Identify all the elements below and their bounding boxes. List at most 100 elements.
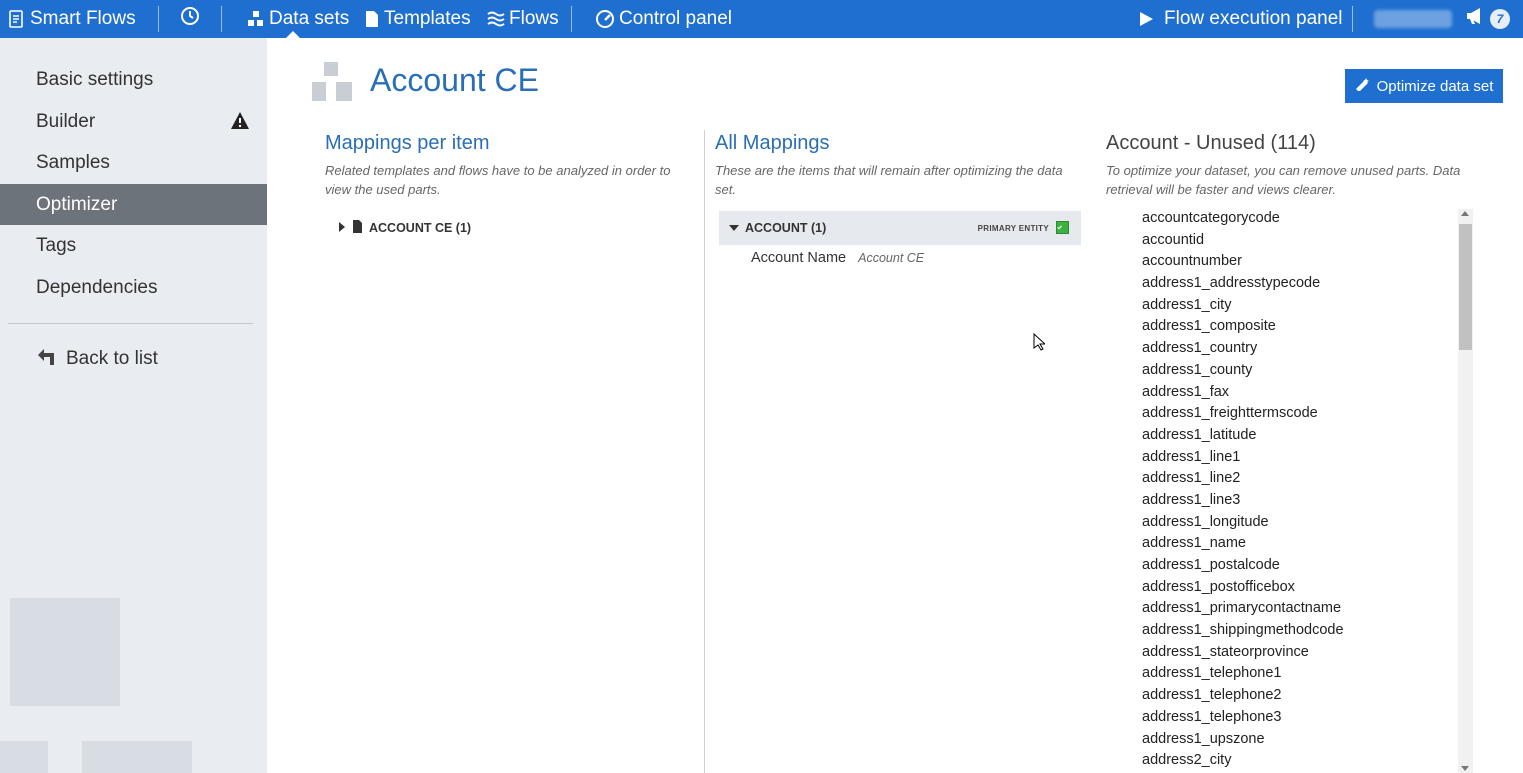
- nav-templates[interactable]: Templates: [364, 0, 471, 38]
- unused-field-item[interactable]: address1_line1: [1142, 447, 1344, 469]
- unused-field-item[interactable]: address1_telephone3: [1142, 707, 1344, 729]
- all-mappings-description: These are the items that will remain aft…: [715, 163, 1063, 197]
- warning-icon: [230, 111, 250, 136]
- placeholder-tile: [82, 741, 192, 773]
- scrollbar-thumb[interactable]: [1459, 224, 1472, 350]
- primary-entity-label: PRIMARY ENTITY: [977, 224, 1049, 233]
- unused-field-item[interactable]: address1_latitude: [1142, 425, 1344, 447]
- entity-row-account[interactable]: ACCOUNT (1) PRIMARY ENTITY: [719, 211, 1081, 245]
- gauge-icon: [595, 9, 615, 29]
- nav-divider: [221, 6, 222, 32]
- unused-field-item[interactable]: address1_telephone1: [1142, 663, 1344, 685]
- unused-field-item[interactable]: address1_freighttermscode: [1142, 403, 1344, 425]
- notifications-badge[interactable]: 7: [1490, 0, 1510, 38]
- unused-field-item[interactable]: address1_telephone2: [1142, 685, 1344, 707]
- unused-field-item[interactable]: address1_stateorprovince: [1142, 642, 1344, 664]
- primary-entity-checkbox[interactable]: [1056, 221, 1069, 234]
- unused-field-item[interactable]: address1_addresstypecode: [1142, 273, 1344, 295]
- back-to-list-link[interactable]: Back to list: [36, 346, 158, 372]
- flow-execution-panel-button[interactable]: Flow execution panel: [1138, 0, 1343, 38]
- unused-field-item[interactable]: address1_city: [1142, 295, 1344, 317]
- sidebar: Basic settings Builder Samples Optimizer…: [0, 38, 267, 773]
- tree-item-label: ACCOUNT CE (1): [369, 221, 472, 235]
- megaphone-icon: [1465, 7, 1485, 31]
- unused-fields-list: accountcategorycode accountid accountnumbe…: [1142, 208, 1344, 772]
- mappings-per-item-heading: Mappings per item: [325, 132, 490, 154]
- nav-label: Data sets: [269, 8, 350, 29]
- scroll-up-arrow-icon[interactable]: [1461, 211, 1469, 216]
- flow-execution-panel-label: Flow execution panel: [1164, 8, 1343, 29]
- entity-label: ACCOUNT (1): [745, 221, 827, 235]
- clock-icon: [180, 6, 200, 32]
- unused-field-item[interactable]: address2_city: [1142, 750, 1344, 772]
- nav-label: Control panel: [619, 8, 733, 29]
- nav-divider: [571, 6, 572, 32]
- unused-field-item[interactable]: address1_postalcode: [1142, 555, 1344, 577]
- unused-description: To optimize your dataset, you can remove…: [1106, 163, 1461, 197]
- unused-heading: Account - Unused (114): [1106, 132, 1316, 154]
- sidebar-item-label: Basic settings: [36, 68, 154, 90]
- unused-field-item[interactable]: address1_postofficebox: [1142, 577, 1344, 599]
- unused-field-item[interactable]: address1_country: [1142, 338, 1344, 360]
- top-nav-bar: Smart Flows Data sets Templates Flows Co…: [0, 0, 1523, 38]
- unused-field-item[interactable]: address1_fax: [1142, 382, 1344, 404]
- play-icon: [1138, 11, 1154, 27]
- mappings-per-item-description: Related templates and flows have to be a…: [325, 163, 671, 197]
- caret-down-icon: [729, 221, 745, 235]
- history-button[interactable]: [180, 0, 200, 38]
- brand-label: Smart Flows: [30, 8, 136, 29]
- mapping-field-alias: Account CE: [858, 251, 925, 265]
- sidebar-item-samples[interactable]: Samples: [0, 142, 267, 183]
- nav-label: Templates: [384, 8, 471, 29]
- unused-field-item[interactable]: address1_composite: [1142, 316, 1344, 338]
- page-title: Account CE: [370, 62, 539, 98]
- mouse-cursor-icon: [1033, 332, 1047, 356]
- mapping-field-row: Account Name Account CE: [751, 250, 924, 266]
- unused-field-item[interactable]: accountid: [1142, 230, 1344, 252]
- sidebar-divider: [8, 323, 253, 324]
- file-icon: [352, 220, 369, 236]
- notification-count: 7: [1490, 9, 1510, 29]
- nav-divider: [1352, 6, 1353, 32]
- active-nav-indicator: [286, 31, 300, 38]
- unused-field-item[interactable]: address1_shippingmethodcode: [1142, 620, 1344, 642]
- nav-label: Flows: [509, 8, 559, 29]
- placeholder-tile: [10, 598, 120, 706]
- caret-right-icon: [338, 221, 352, 235]
- back-arrow-icon: [36, 346, 66, 372]
- unused-field-item[interactable]: address1_primarycontactname: [1142, 598, 1344, 620]
- sidebar-item-optimizer[interactable]: Optimizer: [0, 184, 267, 225]
- sidebar-item-label: Dependencies: [36, 276, 158, 298]
- unused-field-item[interactable]: address1_upszone: [1142, 729, 1344, 751]
- tree-item-account-ce[interactable]: ACCOUNT CE (1): [338, 220, 471, 236]
- user-menu[interactable]: [1374, 0, 1452, 38]
- smart-flows-logo-icon: [8, 10, 26, 28]
- unused-field-item[interactable]: address1_name: [1142, 533, 1344, 555]
- sidebar-item-builder[interactable]: Builder: [0, 101, 267, 142]
- unused-field-item[interactable]: address1_county: [1142, 360, 1344, 382]
- announcements-button[interactable]: [1465, 0, 1485, 38]
- optimize-data-set-button[interactable]: Optimize data set: [1345, 69, 1503, 103]
- sidebar-item-label: Samples: [36, 151, 110, 173]
- nav-control-panel[interactable]: Control panel: [595, 0, 732, 38]
- sidebar-item-tags[interactable]: Tags: [0, 225, 267, 266]
- unused-field-item[interactable]: accountcategorycode: [1142, 208, 1344, 230]
- mapping-field-name: Account Name: [751, 250, 847, 266]
- unused-field-item[interactable]: address1_longitude: [1142, 512, 1344, 534]
- unused-field-item[interactable]: address1_line2: [1142, 468, 1344, 490]
- optimize-button-label: Optimize data set: [1376, 77, 1494, 95]
- sidebar-item-label: Tags: [36, 234, 77, 256]
- nav-flows[interactable]: Flows: [487, 0, 559, 38]
- placeholder-tile: [0, 741, 48, 773]
- sidebar-item-dependencies[interactable]: Dependencies: [0, 267, 267, 308]
- brand-link[interactable]: Smart Flows: [8, 0, 136, 38]
- unused-field-item[interactable]: address1_line3: [1142, 490, 1344, 512]
- sidebar-item-label: Builder: [36, 110, 96, 132]
- unused-field-item[interactable]: accountnumber: [1142, 251, 1344, 273]
- nav-divider: [158, 6, 159, 32]
- sidebar-item-basic-settings[interactable]: Basic settings: [0, 59, 267, 100]
- all-mappings-heading: All Mappings: [715, 132, 830, 154]
- scroll-down-arrow-icon[interactable]: [1461, 766, 1469, 771]
- document-icon: [364, 10, 380, 28]
- dataset-icon: [247, 10, 265, 28]
